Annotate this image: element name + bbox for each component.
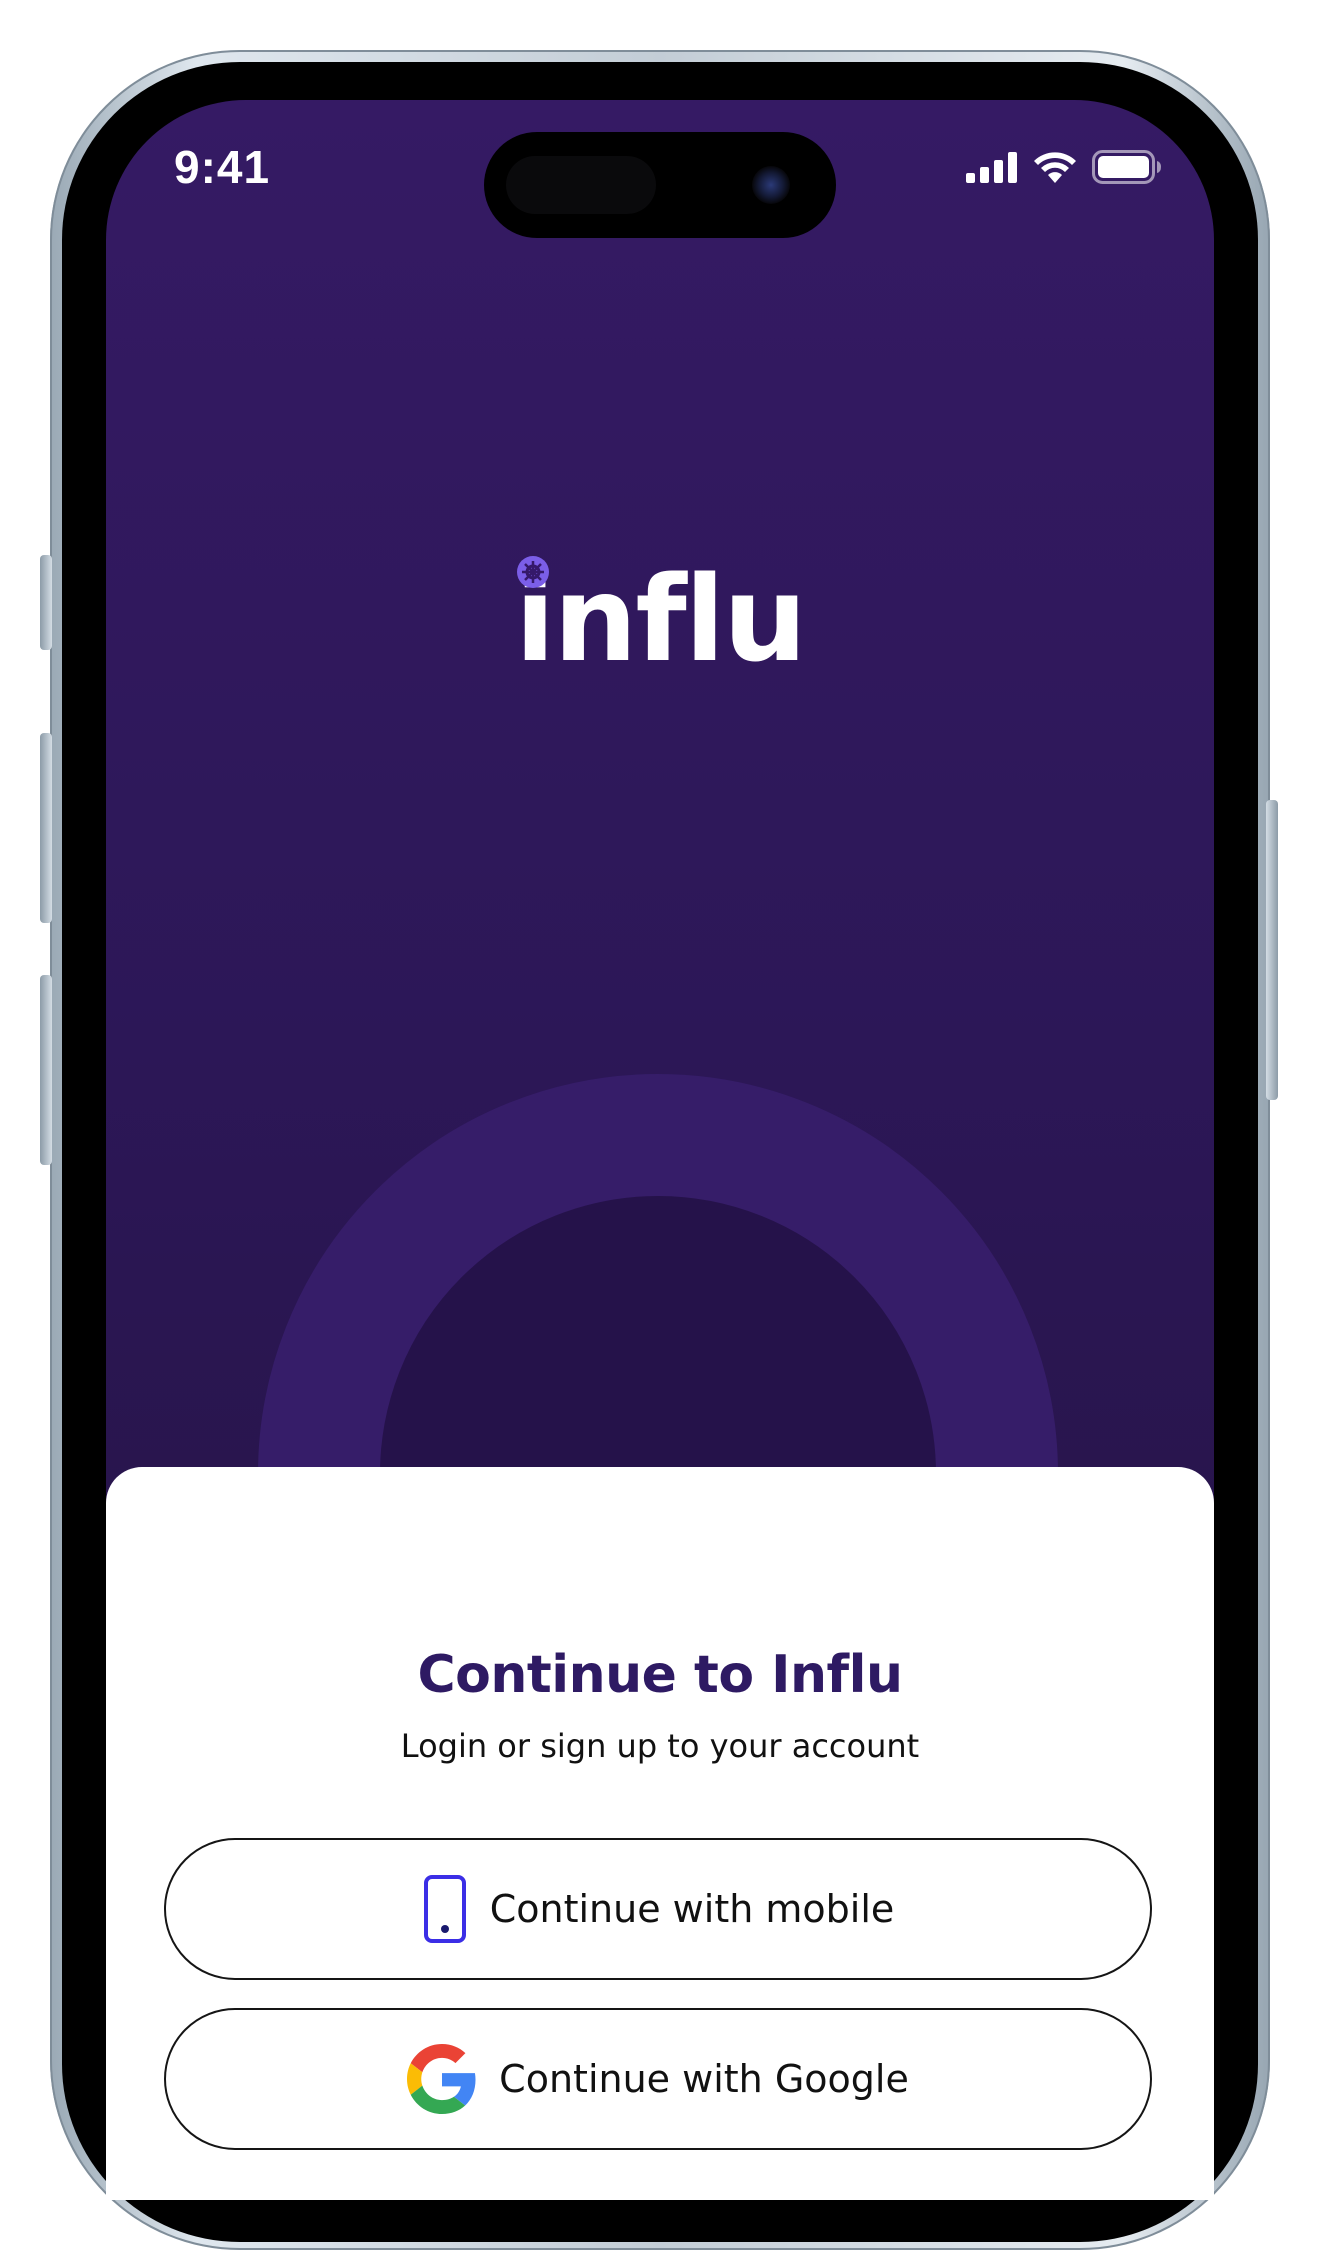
logo-text: influ <box>514 550 807 688</box>
wifi-icon <box>1034 152 1076 183</box>
smartphone-icon <box>422 1874 468 1944</box>
power-button <box>1266 800 1278 1100</box>
influ-logo: influ <box>106 556 1214 678</box>
battery-icon <box>1092 150 1161 184</box>
front-camera <box>752 166 790 204</box>
logo-dot-icon <box>516 556 549 588</box>
action-button <box>40 555 52 650</box>
sheet-subtitle: Login or sign up to your account <box>400 1727 920 1765</box>
island-sensor <box>506 156 656 214</box>
status-time: 9:41 <box>174 141 271 193</box>
status-icons <box>966 150 1162 184</box>
app-screen: 9:41 influ Continue to Influ Login or si… <box>106 100 1214 2200</box>
auth-sheet: Continue to Influ Login or sign up to yo… <box>106 1467 1214 2200</box>
google-logo-icon <box>407 2044 477 2114</box>
signal-icon <box>966 152 1017 183</box>
google-button-label: Continue with Google <box>499 2057 909 2101</box>
volume-down-button <box>40 975 52 1165</box>
volume-up-button <box>40 733 52 923</box>
sheet-title: Continue to Influ <box>417 1645 903 1705</box>
continue-with-google-button[interactable]: Continue with Google <box>164 2008 1152 2150</box>
mobile-button-label: Continue with mobile <box>489 1887 895 1931</box>
dynamic-island <box>484 132 836 238</box>
continue-with-mobile-button[interactable]: Continue with mobile <box>164 1838 1152 1980</box>
